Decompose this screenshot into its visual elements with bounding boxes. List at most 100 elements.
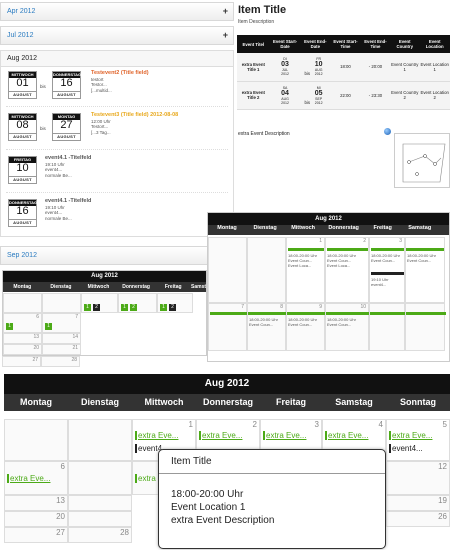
- day-cell[interactable]: [369, 303, 406, 351]
- event-link[interactable]: event4...: [389, 444, 423, 453]
- day-number: 10: [314, 61, 323, 69]
- event-bar[interactable]: [327, 248, 368, 251]
- day-cell[interactable]: 27: [4, 527, 68, 543]
- day-cell[interactable]: [405, 303, 446, 351]
- day-cell[interactable]: 13: [4, 495, 68, 511]
- event-bar[interactable]: [248, 312, 287, 315]
- event-bar[interactable]: [326, 312, 370, 315]
- event-marker[interactable]: 1: [84, 304, 91, 311]
- day-cell[interactable]: 20: [4, 511, 68, 527]
- event-line: normale Be...: [45, 215, 72, 221]
- day-cell[interactable]: 8 18:00-20:00 Uhr Event Coun...: [247, 303, 287, 351]
- day-cell[interactable]: 14: [42, 333, 81, 344]
- event-link[interactable]: extra Eve...: [7, 474, 50, 483]
- weekday-label: Samstag: [191, 284, 207, 290]
- day-cell[interactable]: [68, 419, 132, 461]
- day-number: 27: [32, 357, 38, 363]
- event-title-link[interactable]: event4.1 -Titelfeld: [45, 155, 91, 162]
- day-cell[interactable]: 21: [42, 344, 81, 355]
- day-cell[interactable]: 7: [208, 303, 247, 351]
- event-summary: Testevent2 (Title field) testort Testor...…: [91, 70, 149, 93]
- day-cell[interactable]: 27: [2, 356, 41, 367]
- event-marker[interactable]: 1: [121, 304, 128, 311]
- weekday-label: Mittwoch: [291, 225, 316, 231]
- day-cell[interactable]: 12: [157, 293, 193, 313]
- event-bar[interactable]: [406, 312, 446, 315]
- day-cell[interactable]: 3 18:00-20:00 Uhr Event Coun... 19:10 Uhr ev…: [369, 237, 405, 303]
- map-thumbnail[interactable]: [394, 133, 450, 188]
- event-marker[interactable]: 2: [169, 304, 176, 311]
- accordion-jul-2012[interactable]: Jul 2012 +: [0, 26, 234, 45]
- event-bar[interactable]: [287, 312, 326, 315]
- event-bar[interactable]: [371, 272, 404, 275]
- end-time: 23:30: [371, 92, 383, 98]
- day-number: 28: [120, 528, 129, 537]
- month: AUGUST: [9, 91, 36, 98]
- day-cell[interactable]: 2 18:00-20:00 Uhr Event Coun... Event Loca.…: [325, 237, 369, 303]
- day-cell[interactable]: 61: [3, 313, 42, 333]
- event-bar[interactable]: [370, 312, 406, 315]
- event-text: 18:00-20:00 Uhr Event Coun...: [327, 317, 356, 327]
- event-bar[interactable]: [371, 248, 404, 251]
- day-cell[interactable]: 20: [3, 344, 42, 355]
- day-cell[interactable]: 71: [42, 313, 81, 333]
- event-marker[interactable]: 1: [6, 323, 13, 330]
- event-bar[interactable]: [288, 248, 324, 251]
- plus-icon[interactable]: +: [223, 30, 228, 40]
- day-cell[interactable]: 6 extra Eve...: [4, 461, 68, 495]
- start-date-badge: MITTWOCH 08 AUGUST: [8, 113, 37, 141]
- weekday-label: Mittwoch: [87, 284, 110, 290]
- event-bar[interactable]: [210, 312, 247, 315]
- accordion-sep-2012[interactable]: Sep 2012: [0, 246, 234, 265]
- event-link[interactable]: extra Eve...: [389, 431, 432, 440]
- plus-icon[interactable]: +: [223, 6, 228, 16]
- day-cell[interactable]: 26: [386, 511, 450, 527]
- weekday-label: Dienstag: [50, 284, 72, 290]
- event-link[interactable]: extra Eve...: [135, 431, 178, 440]
- day-cell[interactable]: 10 18:00-20:00 Uhr Event Coun...: [325, 303, 370, 351]
- day-cell[interactable]: [4, 419, 68, 461]
- event-title-link[interactable]: event4.1 -Titelfeld: [45, 198, 91, 205]
- event-line: Event Coun...: [288, 322, 313, 327]
- cell: Event Country 1: [390, 53, 420, 82]
- day-cell[interactable]: [247, 237, 286, 303]
- globe-icon[interactable]: [384, 128, 391, 135]
- cell: bis FR 10 AUG 2012: [300, 53, 331, 82]
- day-number: 04: [281, 89, 289, 97]
- event-title-link[interactable]: Testevent3 (Title field) 2012-08-08: [91, 112, 178, 119]
- day-cell[interactable]: [42, 293, 81, 313]
- day-cell[interactable]: 13: [3, 333, 42, 344]
- day-cell[interactable]: [208, 237, 247, 303]
- event-marker[interactable]: 1: [160, 304, 167, 311]
- start-date-badge: MITTWOCH 01 AUGUST: [8, 71, 37, 99]
- event-link[interactable]: extra Eve...: [263, 431, 306, 440]
- extra-description: extra Event Description: [238, 131, 290, 137]
- day-cell[interactable]: [68, 495, 132, 511]
- event-text: 18:00-20:00 Uhr Event Coun... Event Loca..…: [327, 253, 356, 268]
- day-cell[interactable]: 19: [386, 495, 450, 511]
- accordion-apr-2012[interactable]: Apr 2012 +: [0, 2, 234, 21]
- day-cell[interactable]: 12: [81, 293, 118, 313]
- event-marker[interactable]: 2: [93, 304, 100, 311]
- day-cell[interactable]: 28: [41, 356, 80, 367]
- event-title-link[interactable]: Testevent2 (Title field): [91, 70, 149, 77]
- event-link[interactable]: extra Eve...: [325, 431, 368, 440]
- day-cell[interactable]: [68, 461, 132, 495]
- day-cell[interactable]: [68, 511, 132, 527]
- day-cell[interactable]: [3, 293, 42, 313]
- day-cell[interactable]: 5 extra Eve... event4...: [386, 419, 450, 461]
- day-cell[interactable]: 1 18:00-20:00 Uhr Event Coun... Event Loca.…: [286, 237, 325, 303]
- event-marker[interactable]: 1: [45, 323, 52, 330]
- day-cell[interactable]: 12: [118, 293, 157, 313]
- weekday-label: Montag: [13, 284, 32, 290]
- day-cell[interactable]: 18:00-20:00 Uhr Event Coun...: [405, 237, 445, 303]
- event-bar[interactable]: [406, 248, 444, 251]
- event-link[interactable]: extra Eve...: [199, 431, 242, 440]
- event-marker[interactable]: 2: [130, 304, 137, 311]
- day-cell[interactable]: 9 18:00-20:00 Uhr Event Coun...: [286, 303, 326, 351]
- weekday-label: Freitag: [275, 397, 306, 407]
- day-cell[interactable]: 12: [386, 461, 450, 495]
- cell: 22:00: [330, 81, 361, 110]
- weekday-label: Freitag: [164, 284, 182, 290]
- day-cell[interactable]: 28: [68, 527, 132, 543]
